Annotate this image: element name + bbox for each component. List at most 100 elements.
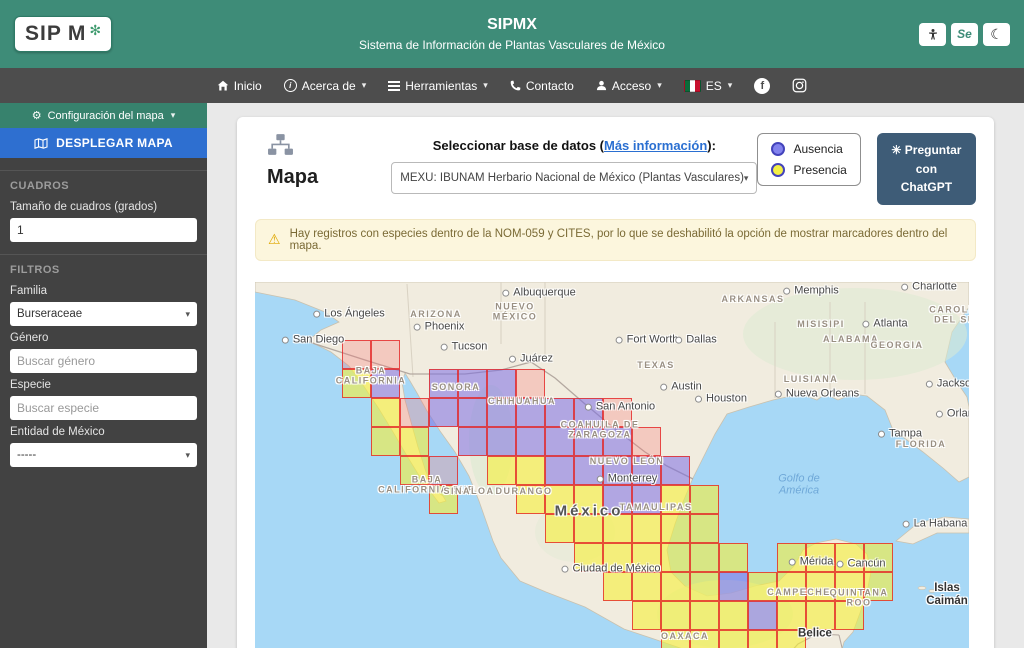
grid-cell-4-3[interactable] <box>371 369 400 398</box>
grid-cell-12-10[interactable] <box>603 572 632 601</box>
grid-cell-11-6[interactable] <box>574 456 603 485</box>
grid-cell-12-5[interactable] <box>603 427 632 456</box>
nav-item-inicio[interactable]: Inicio <box>217 79 262 93</box>
grid-cell-14-6[interactable] <box>661 456 690 485</box>
grid-cell-12-9[interactable] <box>603 543 632 572</box>
grid-cell-20-10[interactable] <box>835 572 864 601</box>
grid-cell-8-6[interactable] <box>487 456 516 485</box>
grid-cell-18-9[interactable] <box>777 543 806 572</box>
grid-cell-9-4[interactable] <box>516 398 545 427</box>
grid-cell-15-7[interactable] <box>690 485 719 514</box>
sipmx-logo[interactable]: SIP M ✻ <box>14 16 112 52</box>
grid-cell-14-8[interactable] <box>661 514 690 543</box>
grid-cell-16-12[interactable] <box>719 630 748 648</box>
grid-cell-9-3[interactable] <box>516 369 545 398</box>
entidad-select[interactable]: ----- ▾ <box>10 443 197 467</box>
grid-cell-10-8[interactable] <box>545 514 574 543</box>
grid-cell-7-5[interactable] <box>458 427 487 456</box>
se-language-button[interactable]: Se <box>951 23 978 46</box>
grid-cell-12-4[interactable] <box>603 398 632 427</box>
grid-cell-4-2[interactable] <box>371 340 400 369</box>
grid-cell-13-6[interactable] <box>632 456 661 485</box>
grid-cell-6-7[interactable] <box>429 485 458 514</box>
grid-cell-7-4[interactable] <box>458 398 487 427</box>
grid-cell-12-6[interactable] <box>603 456 632 485</box>
accessibility-button[interactable] <box>919 23 946 46</box>
grid-cell-21-9[interactable] <box>864 543 893 572</box>
nav-item-contacto[interactable]: Contacto <box>510 79 574 93</box>
grid-cell-8-4[interactable] <box>487 398 516 427</box>
grid-cell-16-10[interactable] <box>719 572 748 601</box>
grid-cell-17-10[interactable] <box>748 572 777 601</box>
grid-cell-10-6[interactable] <box>545 456 574 485</box>
grid-cell-6-6[interactable] <box>429 456 458 485</box>
nav-item-es[interactable]: ES▾ <box>684 79 733 93</box>
grid-cell-17-11[interactable] <box>748 601 777 630</box>
grid-cell-8-3[interactable] <box>487 369 516 398</box>
grid-cell-20-9[interactable] <box>835 543 864 572</box>
grid-cell-14-12[interactable] <box>661 630 690 648</box>
grid-cell-19-10[interactable] <box>806 572 835 601</box>
grid-cell-18-10[interactable] <box>777 572 806 601</box>
grid-cell-10-5[interactable] <box>545 427 574 456</box>
grid-cell-3-2[interactable] <box>342 340 371 369</box>
grid-cell-10-7[interactable] <box>545 485 574 514</box>
grid-cell-8-5[interactable] <box>487 427 516 456</box>
grid-cell-5-4[interactable] <box>400 398 429 427</box>
grid-cell-11-9[interactable] <box>574 543 603 572</box>
database-select[interactable]: MEXU: IBUNAM Herbario Nacional de México… <box>391 162 757 194</box>
ask-chatgpt-button[interactable]: ✳ Preguntar con ChatGPT <box>877 133 976 205</box>
grid-cell-15-11[interactable] <box>690 601 719 630</box>
grid-cell-15-9[interactable] <box>690 543 719 572</box>
grid-cell-6-3[interactable] <box>429 369 458 398</box>
grid-cell-15-12[interactable] <box>690 630 719 648</box>
grid-cell-15-10[interactable] <box>690 572 719 601</box>
grid-cell-13-5[interactable] <box>632 427 661 456</box>
instagram-icon[interactable] <box>792 78 807 93</box>
nav-item-acerca-de[interactable]: iAcerca de▾ <box>284 79 367 93</box>
grid-cell-14-7[interactable] <box>661 485 690 514</box>
map-configuration-toggle[interactable]: ⚙ Configuración del mapa ▾ <box>0 103 207 128</box>
grid-cell-13-11[interactable] <box>632 601 661 630</box>
grid-cell-5-6[interactable] <box>400 456 429 485</box>
grid-cell-10-4[interactable] <box>545 398 574 427</box>
grid-cell-20-11[interactable] <box>835 601 864 630</box>
grid-cell-6-4[interactable] <box>429 398 458 427</box>
grid-cell-13-8[interactable] <box>632 514 661 543</box>
grid-cell-11-7[interactable] <box>574 485 603 514</box>
grid-cell-4-4[interactable] <box>371 398 400 427</box>
grid-cell-11-5[interactable] <box>574 427 603 456</box>
dark-mode-button[interactable]: ☾ <box>983 23 1010 46</box>
grid-cell-9-7[interactable] <box>516 485 545 514</box>
grid-cell-13-7[interactable] <box>632 485 661 514</box>
grid-cell-19-11[interactable] <box>806 601 835 630</box>
grid-cell-19-9[interactable] <box>806 543 835 572</box>
grid-cell-9-6[interactable] <box>516 456 545 485</box>
grid-cell-14-10[interactable] <box>661 572 690 601</box>
especie-search-input[interactable] <box>10 396 197 420</box>
grid-cell-9-5[interactable] <box>516 427 545 456</box>
grid-cell-5-5[interactable] <box>400 427 429 456</box>
grid-cell-12-8[interactable] <box>603 514 632 543</box>
grid-cell-21-10[interactable] <box>864 572 893 601</box>
facebook-icon[interactable]: f <box>754 78 770 94</box>
grid-cell-16-9[interactable] <box>719 543 748 572</box>
familia-select[interactable]: Burseraceae ▾ <box>10 302 197 326</box>
nav-item-herramientas[interactable]: Herramientas▾ <box>388 79 488 93</box>
grid-cell-14-9[interactable] <box>661 543 690 572</box>
nav-item-acceso[interactable]: Acceso▾ <box>596 79 662 93</box>
grid-cell-11-8[interactable] <box>574 514 603 543</box>
grid-cell-3-3[interactable] <box>342 369 371 398</box>
more-info-link[interactable]: Más información <box>604 138 707 153</box>
grid-cell-7-3[interactable] <box>458 369 487 398</box>
grid-cell-16-11[interactable] <box>719 601 748 630</box>
grid-cell-4-5[interactable] <box>371 427 400 456</box>
grid-cell-11-4[interactable] <box>574 398 603 427</box>
genero-search-input[interactable] <box>10 349 197 373</box>
grid-cell-14-11[interactable] <box>661 601 690 630</box>
grid-cell-18-11[interactable] <box>777 601 806 630</box>
grid-cell-12-7[interactable] <box>603 485 632 514</box>
cell-size-input[interactable] <box>10 218 197 242</box>
grid-cell-17-12[interactable] <box>748 630 777 648</box>
grid-cell-15-8[interactable] <box>690 514 719 543</box>
